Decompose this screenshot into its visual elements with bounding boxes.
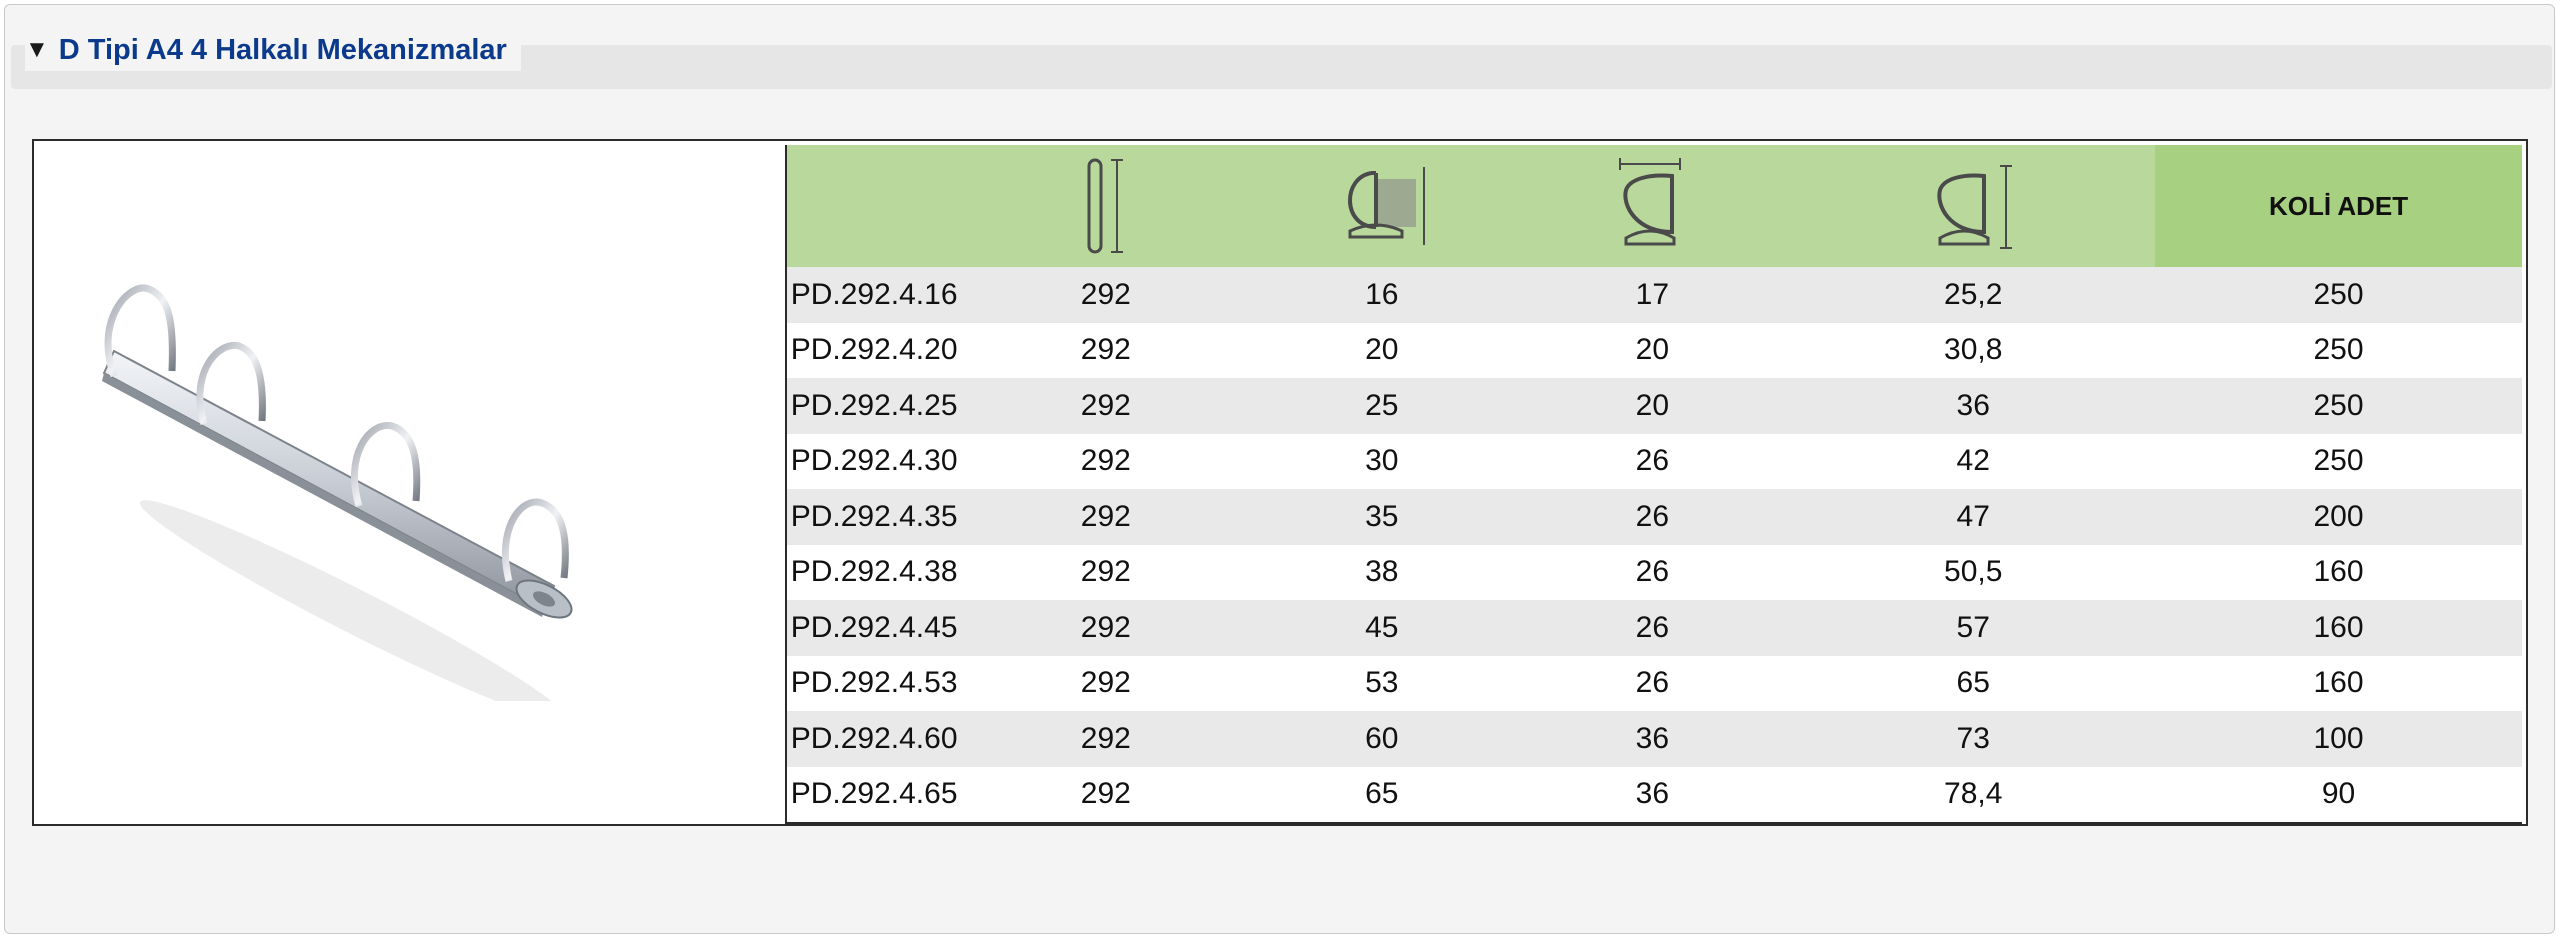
cell-height: 65 — [1791, 655, 2156, 711]
header-height — [1791, 145, 2156, 267]
triangle-down-icon[interactable]: ▼ — [25, 38, 49, 62]
cell-koli-adet: 160 — [2155, 544, 2522, 600]
cell-code: PD.292.4.45 — [786, 600, 962, 656]
cell-length: 292 — [961, 489, 1251, 545]
section-toggle[interactable]: ▼ D Tipi A4 4 Halkalı Mekanizmalar — [25, 29, 521, 71]
cell-koli-adet: 250 — [2155, 267, 2522, 323]
cell-width: 26 — [1513, 544, 1792, 600]
cell-capacity: 16 — [1250, 267, 1514, 323]
table-row: PD.292.4.53 292 53 26 65 160 — [786, 655, 2522, 711]
table-row: PD.292.4.65 292 65 36 78,4 90 — [786, 766, 2522, 824]
header-length — [961, 145, 1251, 267]
cell-code: PD.292.4.53 — [786, 655, 962, 711]
cell-width: 26 — [1513, 655, 1792, 711]
cell-koli-adet: 160 — [2155, 600, 2522, 656]
cell-height: 78,4 — [1791, 766, 2156, 824]
table-header-row: KOLİ ADET — [786, 145, 2522, 267]
cell-code: PD.292.4.35 — [786, 489, 962, 545]
table-row: PD.292.4.25 292 25 20 36 250 — [786, 378, 2522, 434]
cell-height: 50,5 — [1791, 544, 2156, 600]
cell-width: 36 — [1513, 766, 1792, 824]
cell-code: PD.292.4.20 — [786, 322, 962, 378]
cell-koli-adet: 160 — [2155, 655, 2522, 711]
cell-width: 26 — [1513, 489, 1792, 545]
cell-code: PD.292.4.16 — [786, 267, 962, 323]
cell-length: 292 — [961, 267, 1251, 323]
cell-length: 292 — [961, 322, 1251, 378]
cell-height: 47 — [1791, 489, 2156, 545]
cell-height: 73 — [1791, 711, 2156, 767]
cell-capacity: 53 — [1250, 655, 1514, 711]
table-row: PD.292.4.16 292 16 17 25,2 250 — [786, 267, 2522, 323]
cell-code: PD.292.4.60 — [786, 711, 962, 767]
cell-height: 25,2 — [1791, 267, 2156, 323]
binder-mechanism-image — [102, 284, 573, 701]
cell-code: PD.292.4.38 — [786, 544, 962, 600]
cell-width: 17 — [1513, 267, 1792, 323]
table-row: PD.292.4.35 292 35 26 47 200 — [786, 489, 2522, 545]
header-code — [786, 145, 962, 267]
cell-length: 292 — [961, 433, 1251, 489]
cell-width: 36 — [1513, 711, 1792, 767]
cell-length: 292 — [961, 766, 1251, 824]
cell-length: 292 — [961, 600, 1251, 656]
header-koli-adet: KOLİ ADET — [2155, 145, 2522, 267]
cell-height: 36 — [1791, 378, 2156, 434]
cell-koli-adet: 90 — [2155, 766, 2522, 824]
cell-code: PD.292.4.65 — [786, 766, 962, 824]
cell-capacity: 65 — [1250, 766, 1514, 824]
cell-height: 42 — [1791, 433, 2156, 489]
product-image — [34, 141, 784, 824]
table-row: PD.292.4.45 292 45 26 57 160 — [786, 600, 2522, 656]
table-body: PD.292.4.16 292 16 17 25,2 250 PD.292.4.20 292 2… — [786, 267, 2522, 824]
cell-width: 20 — [1513, 378, 1792, 434]
cell-width: 26 — [1513, 433, 1792, 489]
cell-capacity: 60 — [1250, 711, 1514, 767]
header-width — [1513, 145, 1792, 267]
cell-length: 292 — [961, 544, 1251, 600]
cell-koli-adet: 250 — [2155, 378, 2522, 434]
cell-koli-adet: 200 — [2155, 489, 2522, 545]
header-capacity — [1250, 145, 1514, 267]
table-row: PD.292.4.30 292 30 26 42 250 — [786, 433, 2522, 489]
cell-koli-adet: 100 — [2155, 711, 2522, 767]
mechanism-length-icon — [1087, 158, 1123, 254]
cell-capacity: 25 — [1250, 378, 1514, 434]
table-row: PD.292.4.60 292 60 36 73 100 — [786, 711, 2522, 767]
cell-capacity: 30 — [1250, 433, 1514, 489]
cell-height: 57 — [1791, 600, 2156, 656]
cell-capacity: 45 — [1250, 600, 1514, 656]
product-box: KOLİ ADET PD.292.4.16 292 16 17 25,2 250 PD.29… — [32, 139, 2528, 826]
cell-code: PD.292.4.25 — [786, 378, 962, 434]
table-row: PD.292.4.38 292 38 26 50,5 160 — [786, 544, 2522, 600]
cell-koli-adet: 250 — [2155, 433, 2522, 489]
cell-height: 30,8 — [1791, 322, 2156, 378]
ring-capacity-icon — [1347, 167, 1425, 245]
cell-width: 20 — [1513, 322, 1792, 378]
cell-length: 292 — [961, 711, 1251, 767]
cell-capacity: 38 — [1250, 544, 1514, 600]
ring-width-icon — [1619, 158, 1682, 246]
cell-length: 292 — [961, 378, 1251, 434]
ring-height-icon — [1937, 165, 2013, 249]
cell-capacity: 35 — [1250, 489, 1514, 545]
cell-capacity: 20 — [1250, 322, 1514, 378]
cell-koli-adet: 250 — [2155, 322, 2522, 378]
cell-code: PD.292.4.30 — [786, 433, 962, 489]
cell-length: 292 — [961, 655, 1251, 711]
table-row: PD.292.4.20 292 20 20 30,8 250 — [786, 322, 2522, 378]
cell-width: 26 — [1513, 600, 1792, 656]
section-title[interactable]: D Tipi A4 4 Halkalı Mekanizmalar — [59, 29, 507, 71]
spec-table: KOLİ ADET PD.292.4.16 292 16 17 25,2 250 PD.29… — [785, 145, 2522, 824]
